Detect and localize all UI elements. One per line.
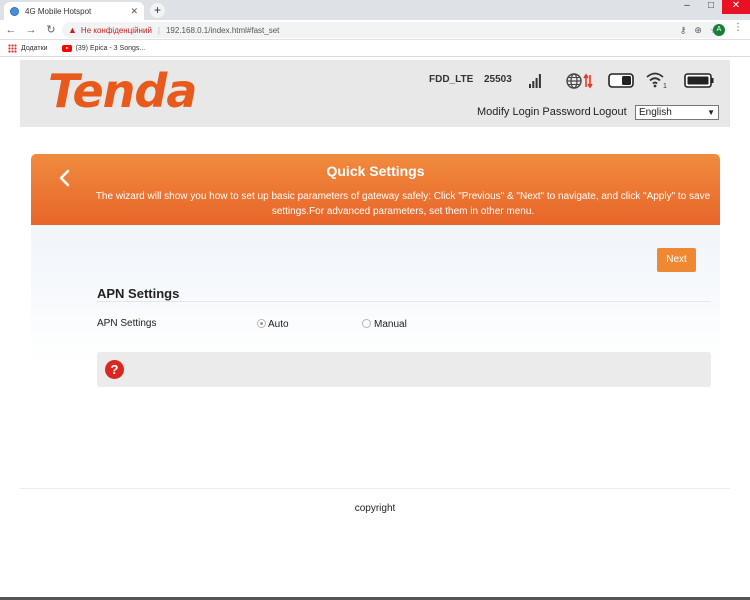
apps-icon bbox=[8, 43, 17, 53]
close-window-button[interactable]: ✕ bbox=[722, 0, 750, 14]
youtube-icon bbox=[61, 44, 72, 52]
carrier-code: 25503 bbox=[484, 74, 512, 85]
forward-button[interactable]: → bbox=[22, 21, 40, 39]
profile-avatar[interactable]: A bbox=[713, 24, 725, 36]
back-button[interactable]: ← bbox=[2, 21, 20, 39]
globe-favicon-icon bbox=[10, 6, 19, 16]
key-icon[interactable]: ⚷ bbox=[680, 25, 687, 36]
sim-card-icon bbox=[608, 73, 634, 88]
bookmark-apps[interactable]: Додатки bbox=[8, 43, 48, 53]
tenda-logo: Tenda bbox=[48, 64, 197, 118]
warning-icon: ▲ bbox=[68, 25, 77, 35]
new-tab-button[interactable]: + bbox=[150, 3, 165, 18]
bookmark-youtube[interactable]: (39) Epica - 3 Songs... bbox=[61, 44, 146, 52]
chevron-down-icon: ▼ bbox=[707, 108, 715, 117]
next-button[interactable]: Next bbox=[657, 248, 696, 272]
apn-auto-radio[interactable] bbox=[257, 319, 266, 328]
bookmark-label: Додатки bbox=[21, 44, 48, 52]
internet-globe-icon bbox=[566, 73, 593, 89]
minimize-button[interactable]: – bbox=[676, 0, 698, 14]
apn-manual-radio[interactable] bbox=[362, 319, 371, 328]
address-bar[interactable]: ▲ Не конфіденційний | 192.168.0.1/index.… bbox=[62, 22, 724, 38]
wizard-description: The wizard will show you how to set up b… bbox=[95, 191, 711, 217]
bookmarks-bar: Додатки (39) Epica - 3 Songs... bbox=[0, 40, 750, 57]
help-box: ? bbox=[97, 352, 711, 387]
language-value: English bbox=[639, 107, 672, 118]
reload-button[interactable]: ↻ bbox=[42, 21, 60, 39]
help-icon[interactable]: ? bbox=[105, 360, 124, 379]
browser-tabstrip: 4G Mobile Hotspot ✕ + – □ ✕ bbox=[0, 0, 750, 20]
apn-manual-label[interactable]: Manual bbox=[374, 319, 407, 330]
omnibox-divider: | bbox=[157, 25, 160, 35]
footer-divider bbox=[20, 488, 730, 489]
tab-title: 4G Mobile Hotspot bbox=[25, 6, 92, 16]
section-divider bbox=[97, 301, 711, 302]
section-title: APN Settings bbox=[97, 286, 180, 301]
bookmark-label: (39) Epica - 3 Songs... bbox=[75, 44, 146, 52]
apn-field-label: APN Settings bbox=[97, 318, 157, 329]
wifi-icon: 1 bbox=[646, 72, 667, 89]
browser-tab[interactable]: 4G Mobile Hotspot ✕ bbox=[4, 2, 144, 20]
network-mode: FDD_LTE bbox=[429, 74, 474, 85]
modify-login-password-link[interactable]: Modify Login Password bbox=[477, 106, 591, 118]
router-header: Tenda FDD_LTE 25503 1 Modify Login Passw… bbox=[20, 60, 730, 127]
apn-auto-label[interactable]: Auto bbox=[268, 319, 289, 330]
maximize-button[interactable]: □ bbox=[700, 0, 722, 14]
language-select[interactable]: English ▼ bbox=[635, 105, 719, 120]
page-title: Quick Settings bbox=[326, 163, 425, 179]
signal-strength-icon bbox=[529, 74, 541, 88]
browser-toolbar: ← → ↻ ▲ Не конфіденційний | 192.168.0.1/… bbox=[0, 20, 750, 40]
close-tab-icon[interactable]: ✕ bbox=[130, 6, 138, 17]
copyright-text: copyright bbox=[354, 503, 396, 514]
browser-menu-icon[interactable]: ⋮ bbox=[733, 22, 743, 33]
security-status[interactable]: Не конфіденційний bbox=[81, 26, 152, 35]
zoom-icon[interactable]: ⊕ bbox=[694, 25, 702, 36]
quick-settings-banner: Quick Settings The wizard will show you … bbox=[31, 154, 720, 225]
logout-link[interactable]: Logout bbox=[593, 106, 627, 118]
battery-icon bbox=[684, 73, 714, 88]
url-text[interactable]: 192.168.0.1/index.html#fast_set bbox=[166, 26, 672, 35]
wifi-client-count: 1 bbox=[663, 83, 667, 89]
